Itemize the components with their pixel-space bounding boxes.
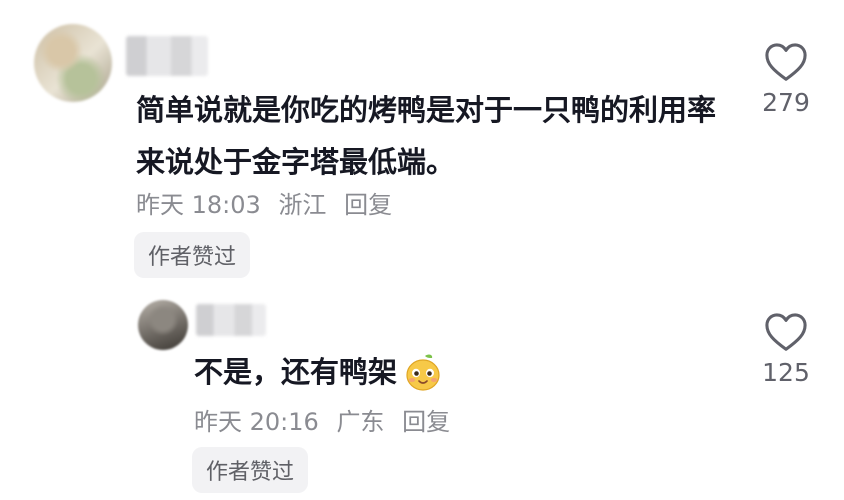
username-blurred[interactable]: [196, 304, 266, 336]
comment-location: 浙江: [278, 191, 327, 219]
reply-button[interactable]: 回复: [402, 408, 450, 436]
like-count: 279: [762, 88, 810, 117]
comment-text: 简单说就是你吃的烤鸭是对于一只鸭的利用率来说处于金字塔最低端。: [136, 93, 717, 179]
heart-outline-icon: [765, 313, 807, 351]
reply-time: 昨天 20:16: [194, 408, 319, 436]
author-liked-badge: 作者赞过: [192, 447, 309, 493]
avatar[interactable]: [34, 24, 112, 102]
username-blurred[interactable]: [126, 36, 208, 76]
heart-outline-icon: [765, 43, 807, 81]
avatar[interactable]: [138, 300, 188, 350]
reply-text: 不是，还有鸭架: [194, 355, 398, 389]
like-count: 125: [762, 358, 810, 387]
like-button[interactable]: 125: [751, 312, 821, 387]
comment-time: 昨天 18:03: [136, 191, 261, 219]
reply-text-row: 不是，还有鸭架: [194, 346, 443, 398]
mango-face-emoji-icon: [406, 354, 440, 391]
reply-location: 广东: [336, 408, 385, 436]
like-button[interactable]: 279: [751, 42, 821, 117]
comment-meta: 昨天 18:03 浙江 回复: [136, 185, 402, 220]
reply-button[interactable]: 回复: [344, 191, 392, 219]
author-liked-badge: 作者赞过: [134, 232, 251, 278]
reply-meta: 昨天 20:16 广东 回复: [194, 402, 460, 437]
